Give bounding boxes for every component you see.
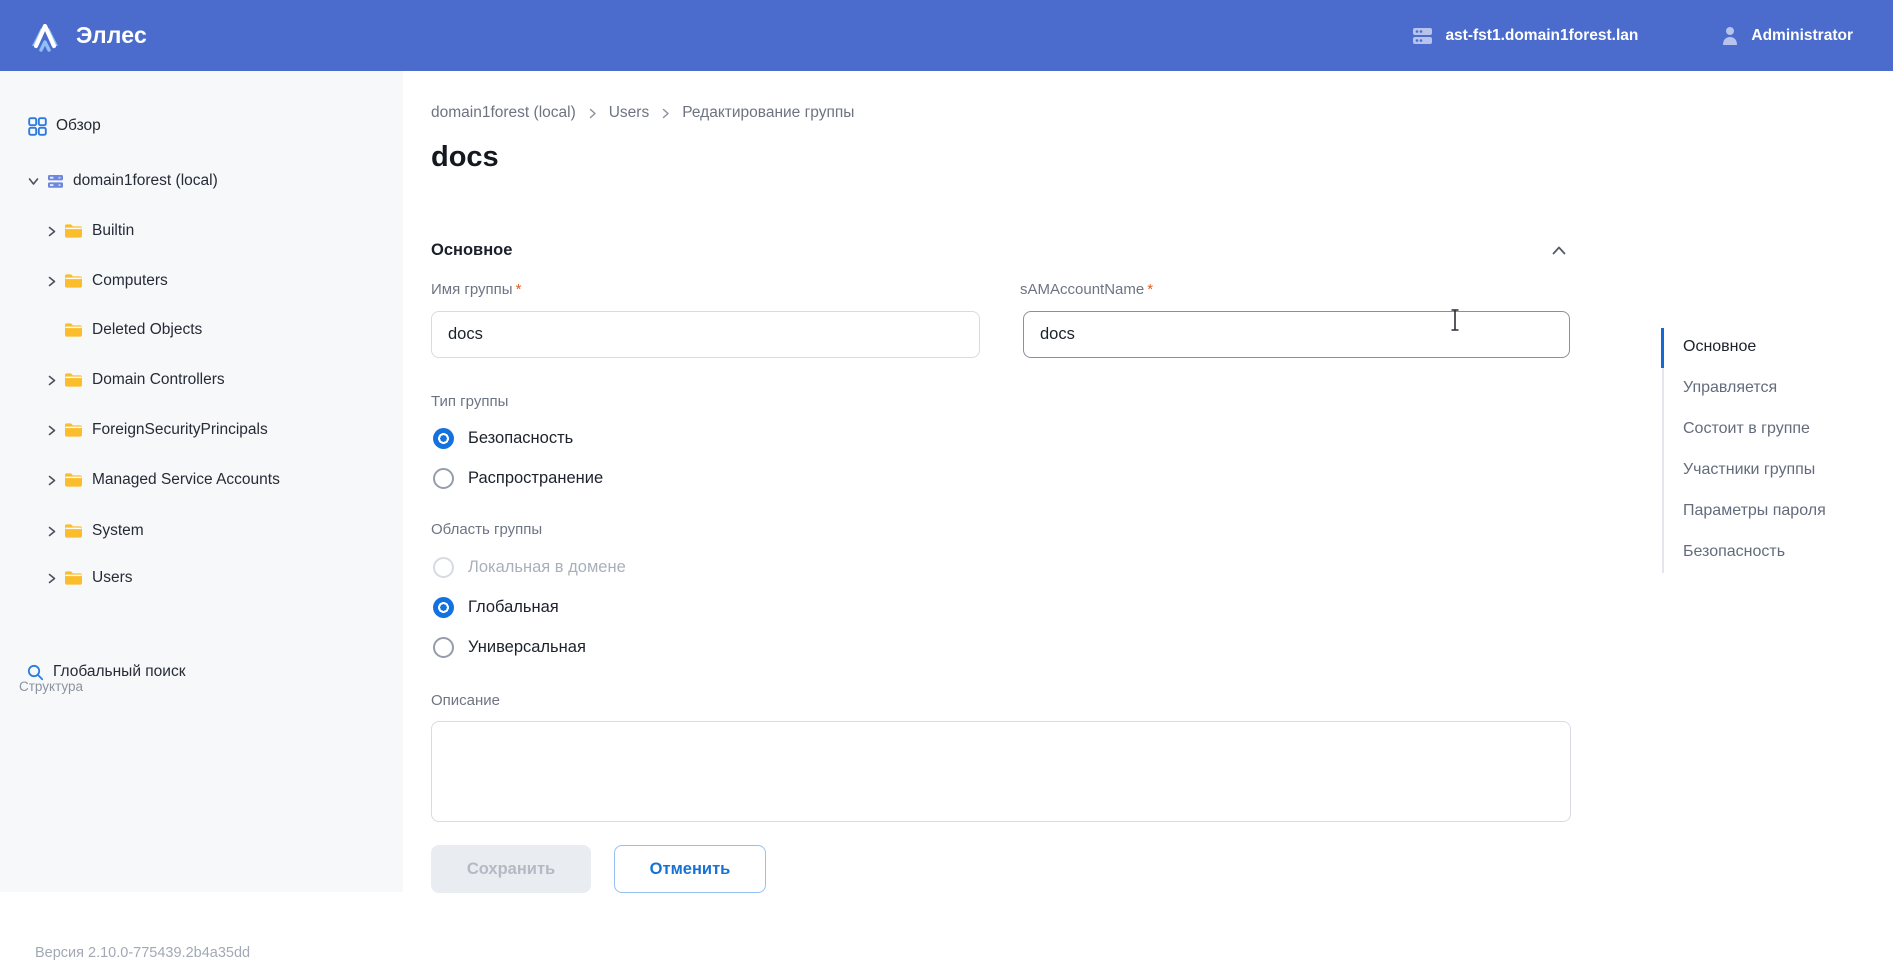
app-logo[interactable]: Эллес	[0, 19, 147, 53]
section-nav-item-password-settings[interactable]: Параметры пароля	[1683, 500, 1826, 522]
tree-item-managed-service-accounts[interactable]: Managed Service Accounts	[45, 468, 280, 492]
description-textarea[interactable]	[431, 721, 1571, 822]
group-name-input[interactable]	[431, 311, 980, 358]
folder-icon	[64, 570, 83, 586]
radio-selected-icon[interactable]	[433, 597, 454, 618]
tree-item-foreign-security-principals[interactable]: ForeignSecurityPrincipals	[45, 418, 268, 442]
chevron-right-icon[interactable]	[45, 424, 58, 437]
radio-option-domain-local: Локальная в домене	[433, 556, 626, 578]
folder-icon	[64, 372, 83, 388]
section-title-main: Основное	[431, 241, 512, 260]
app-logo-icon	[26, 19, 64, 53]
chevron-right-icon[interactable]	[45, 525, 58, 538]
breadcrumb-separator-icon	[586, 107, 599, 120]
user-icon	[1720, 25, 1740, 46]
group-name-label: Имя группы*	[431, 281, 521, 298]
cancel-button[interactable]: Отменить	[614, 845, 766, 893]
tree-item-label: Users	[92, 569, 132, 587]
chevron-right-icon[interactable]	[45, 474, 58, 487]
tree-item-computers[interactable]: Computers	[45, 269, 168, 293]
folder-icon	[64, 322, 83, 338]
global-search-label: Глобальный поиск	[53, 663, 186, 681]
tree-item-system[interactable]: System	[45, 519, 144, 543]
folder-icon	[64, 422, 83, 438]
group-type-label: Тип группы	[431, 393, 508, 410]
tree-item-label: System	[92, 522, 144, 540]
radio-unselected-icon[interactable]	[433, 468, 454, 489]
section-nav-active-indicator	[1661, 328, 1664, 368]
server-icon	[1411, 26, 1434, 46]
folder-icon	[64, 472, 83, 488]
required-asterisk: *	[1147, 281, 1153, 298]
breadcrumb: domain1forest (local) Users Редактирован…	[431, 104, 854, 122]
radio-option-global[interactable]: Глобальная	[433, 596, 559, 618]
chevron-right-icon[interactable]	[45, 572, 58, 585]
breadcrumb-item-current: Редактирование группы	[682, 104, 854, 122]
user-menu[interactable]: Administrator	[1720, 25, 1853, 46]
tree-root-label: domain1forest (local)	[73, 172, 218, 190]
section-nav-item-members[interactable]: Участники группы	[1683, 459, 1815, 481]
breadcrumb-item-domain[interactable]: domain1forest (local)	[431, 104, 576, 122]
section-nav-item-member-of[interactable]: Состоит в группе	[1683, 418, 1810, 440]
folder-icon	[64, 273, 83, 289]
sidebar-item-global-search[interactable]: Глобальный поиск	[27, 660, 186, 684]
save-button[interactable]: Сохранить	[431, 845, 591, 893]
breadcrumb-item-users[interactable]: Users	[609, 104, 649, 122]
radio-option-universal[interactable]: Универсальная	[433, 636, 586, 658]
tree-item-label: Domain Controllers	[92, 371, 225, 389]
tree-item-deleted-objects[interactable]: Deleted Objects	[45, 318, 202, 342]
section-nav-item-main[interactable]: Основное	[1683, 336, 1756, 358]
folder-icon	[64, 523, 83, 539]
tree-item-label: Managed Service Accounts	[92, 471, 280, 489]
section-nav-item-managed-by[interactable]: Управляется	[1683, 377, 1777, 399]
text-cursor	[1449, 308, 1461, 332]
chevron-up-icon	[1550, 242, 1568, 260]
section-collapse-button[interactable]	[1550, 242, 1568, 260]
search-icon	[27, 664, 44, 681]
user-name: Administrator	[1751, 27, 1853, 45]
server-name: ast-fst1.domain1forest.lan	[1445, 27, 1638, 45]
tree-item-label: Computers	[92, 272, 168, 290]
app-version: Версия 2.10.0-775439.2b4a35dd	[35, 945, 250, 961]
tree-item-label: Builtin	[92, 222, 134, 240]
sidebar-item-overview[interactable]: Обзор	[28, 114, 101, 138]
chevron-right-icon[interactable]	[45, 275, 58, 288]
breadcrumb-separator-icon	[659, 107, 672, 120]
radio-option-distribution[interactable]: Распространение	[433, 467, 603, 489]
radio-selected-icon[interactable]	[433, 428, 454, 449]
chevron-right-icon[interactable]	[45, 374, 58, 387]
section-nav-item-security[interactable]: Безопасность	[1683, 541, 1785, 563]
tree-item-label: ForeignSecurityPrincipals	[92, 421, 268, 439]
overview-grid-icon	[28, 117, 47, 136]
sam-account-name-input[interactable]	[1023, 311, 1570, 358]
sam-account-name-label: sAMAccountName*	[1020, 281, 1153, 298]
page-title: docs	[431, 141, 499, 174]
tree-item-domain-controllers[interactable]: Domain Controllers	[45, 368, 225, 392]
description-label: Описание	[431, 692, 500, 709]
domain-icon	[47, 174, 64, 189]
app-header: Эллес ast-fst1.domain1forest.lan Adminis…	[0, 0, 1893, 71]
header-right: ast-fst1.domain1forest.lan Administrator	[1411, 25, 1893, 46]
radio-option-security[interactable]: Безопасность	[433, 427, 573, 449]
tree-item-builtin[interactable]: Builtin	[45, 219, 134, 243]
tree-item-users[interactable]: Users	[45, 566, 132, 590]
server-indicator[interactable]: ast-fst1.domain1forest.lan	[1411, 26, 1638, 46]
required-asterisk: *	[516, 281, 522, 298]
overview-label: Обзор	[56, 117, 101, 135]
radio-unselected-icon[interactable]	[433, 637, 454, 658]
sidebar: Обзор domain1forest (local) Builtin Comp…	[0, 71, 403, 892]
folder-icon	[64, 223, 83, 239]
app-name: Эллес	[76, 22, 147, 49]
chevron-right-icon[interactable]	[45, 225, 58, 238]
group-scope-label: Область группы	[431, 521, 542, 538]
tree-item-label: Deleted Objects	[92, 321, 202, 339]
chevron-down-icon[interactable]	[27, 175, 40, 188]
main-content: domain1forest (local) Users Редактирован…	[403, 71, 1893, 892]
tree-root-domain[interactable]: domain1forest (local)	[27, 169, 218, 193]
radio-disabled-icon	[433, 557, 454, 578]
